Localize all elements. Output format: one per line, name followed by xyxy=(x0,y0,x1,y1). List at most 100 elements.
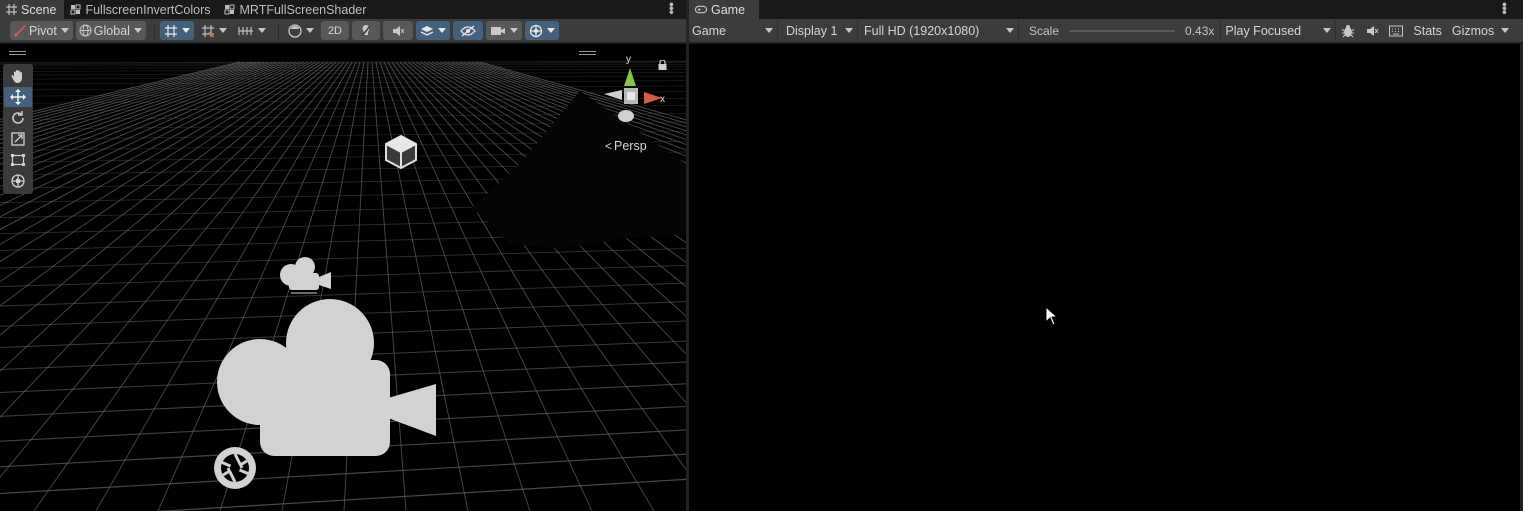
view-dropdown[interactable]: Game xyxy=(689,19,778,42)
scene-panel: Scene FullscreenInvertColors MRTFullScre… xyxy=(0,0,686,511)
transform-tool[interactable] xyxy=(4,171,32,191)
scale-tool[interactable] xyxy=(4,129,32,149)
game-viewport[interactable] xyxy=(689,44,1523,511)
scene-toolbar: Pivot Global 2D xyxy=(0,19,686,43)
view-dropdown-value: Game xyxy=(692,23,727,38)
chevron-down-icon xyxy=(547,28,555,33)
shading-mode-dropdown[interactable] xyxy=(284,21,318,40)
shader-graph-icon xyxy=(69,4,81,16)
eye-hidden-icon xyxy=(460,25,476,36)
rotate-tool[interactable] xyxy=(4,108,32,128)
tab-game-label: Game xyxy=(711,2,746,17)
grid-visibility-icon xyxy=(201,24,215,38)
stats-button[interactable]: Stats xyxy=(1408,20,1447,42)
pivot-icon xyxy=(14,24,26,37)
game-toolbar: Game Display 1 Full HD (1920x1080) Scale… xyxy=(689,19,1523,43)
gizmo-x-label: x xyxy=(660,94,665,105)
pivot-dropdown[interactable]: Pivot xyxy=(10,21,73,40)
projection-toggle[interactable]: < Persp xyxy=(605,139,647,153)
game-tabstrip: Game ••• xyxy=(689,0,1523,19)
mode-2d-label: 2D xyxy=(327,24,342,37)
rect-tool-icon xyxy=(11,154,25,166)
grid-visibility-button[interactable] xyxy=(197,21,231,40)
gizmo-globe-icon xyxy=(529,24,543,37)
shortcuts-button[interactable] xyxy=(1384,20,1408,42)
lock-icon[interactable] xyxy=(658,60,667,70)
frame-debugger-button[interactable] xyxy=(1336,20,1360,42)
tab-mrt-fullscreen-shader[interactable]: MRTFullScreenShader xyxy=(219,0,375,19)
gamepad-icon xyxy=(695,4,707,16)
game-panel: Game ••• Game Display 1 Full HD (1920x10… xyxy=(689,0,1523,511)
light-bulb-icon xyxy=(361,24,371,36)
tab-game[interactable]: Game xyxy=(689,0,760,19)
mouse-cursor-icon xyxy=(1045,306,1059,326)
chevron-down-icon xyxy=(438,28,446,33)
shading-sphere-icon xyxy=(288,23,302,38)
palette-grip-icon[interactable] xyxy=(9,51,26,55)
speaker-mute-icon xyxy=(1367,25,1379,36)
scene-viewport[interactable]: y x < Persp xyxy=(0,44,686,511)
persp-arrow-icon: < xyxy=(605,139,613,153)
global-dropdown[interactable]: Global xyxy=(75,21,146,40)
rect-tool[interactable] xyxy=(4,150,32,170)
lighting-toggle[interactable] xyxy=(352,21,380,40)
keyboard-icon xyxy=(1389,25,1404,36)
chevron-down-icon xyxy=(1006,28,1014,33)
play-mode-dropdown[interactable]: Play Focused xyxy=(1220,19,1337,42)
play-mode-dropdown-value: Play Focused xyxy=(1225,23,1302,38)
gizmos-dropdown-caret[interactable] xyxy=(1497,20,1513,42)
gizmos-label: Gizmos xyxy=(1451,23,1495,38)
tool-palette xyxy=(3,64,33,194)
chevron-down-icon xyxy=(1501,28,1510,33)
camera-object-icon[interactable] xyxy=(277,253,333,297)
shader-graph-icon xyxy=(224,4,236,16)
mute-audio-button[interactable] xyxy=(1360,20,1384,42)
speaker-mute-icon xyxy=(393,25,405,36)
resolution-dropdown[interactable]: Full HD (1920x1080) xyxy=(858,19,1019,42)
scale-value: 0.43x xyxy=(1185,23,1215,38)
persp-label: Persp xyxy=(614,139,647,153)
bug-icon xyxy=(1342,24,1355,37)
hand-tool[interactable] xyxy=(4,66,32,86)
gizmos-button[interactable]: Gizmos xyxy=(1447,20,1497,42)
display-dropdown-value: Display 1 xyxy=(786,23,838,38)
gizmo-grip-icon[interactable] xyxy=(579,51,596,55)
chevron-down-icon xyxy=(181,28,190,33)
video-camera-icon xyxy=(491,26,505,35)
tab-fullscreen-invert-colors-label: FullscreenInvertColors xyxy=(85,2,211,17)
gizmos-dropdown[interactable] xyxy=(525,21,559,40)
effects-dropdown[interactable] xyxy=(416,21,450,40)
grid-snap-button[interactable] xyxy=(159,21,194,40)
rotate-tool-icon xyxy=(12,111,24,124)
main-camera-object-icon[interactable] xyxy=(212,298,442,460)
aperture-icon[interactable] xyxy=(212,445,258,491)
toolbar-divider xyxy=(153,22,155,39)
move-tool[interactable] xyxy=(4,87,32,107)
stats-label: Stats xyxy=(1413,23,1442,38)
chevron-down-icon xyxy=(257,28,266,33)
hand-tool-icon xyxy=(11,70,22,83)
tab-mrt-fullscreen-shader-label: MRTFullScreenShader xyxy=(239,2,367,17)
tab-scene[interactable]: Scene xyxy=(0,0,65,19)
increment-snap-button[interactable] xyxy=(234,21,270,40)
kebab-menu-icon[interactable]: ••• xyxy=(664,2,680,14)
scale-slider[interactable] xyxy=(1069,29,1176,32)
scene-visibility-toggle[interactable] xyxy=(453,21,483,40)
tab-fullscreen-invert-colors[interactable]: FullscreenInvertColors xyxy=(64,0,218,19)
resolution-dropdown-value: Full HD (1920x1080) xyxy=(864,23,980,38)
scene-tabstrip: Scene FullscreenInvertColors MRTFullScre… xyxy=(0,0,686,19)
chevron-down-icon xyxy=(1323,28,1332,33)
display-dropdown[interactable]: Display 1 xyxy=(778,19,858,42)
scene-hash-icon xyxy=(5,4,17,16)
chevron-down-icon xyxy=(765,28,773,33)
global-label: Global xyxy=(93,23,130,38)
kebab-menu-icon[interactable]: ••• xyxy=(1497,2,1513,14)
scale-tool-icon xyxy=(11,132,25,146)
audio-toggle[interactable] xyxy=(383,21,413,40)
cube-object-icon[interactable] xyxy=(383,134,419,170)
scale-label: Scale xyxy=(1029,23,1060,38)
scene-camera-dropdown[interactable] xyxy=(486,21,522,40)
mode-2d-button[interactable]: 2D xyxy=(320,21,349,40)
gizmo-y-label: y xyxy=(626,54,631,65)
grid-snap-icon xyxy=(164,24,177,37)
